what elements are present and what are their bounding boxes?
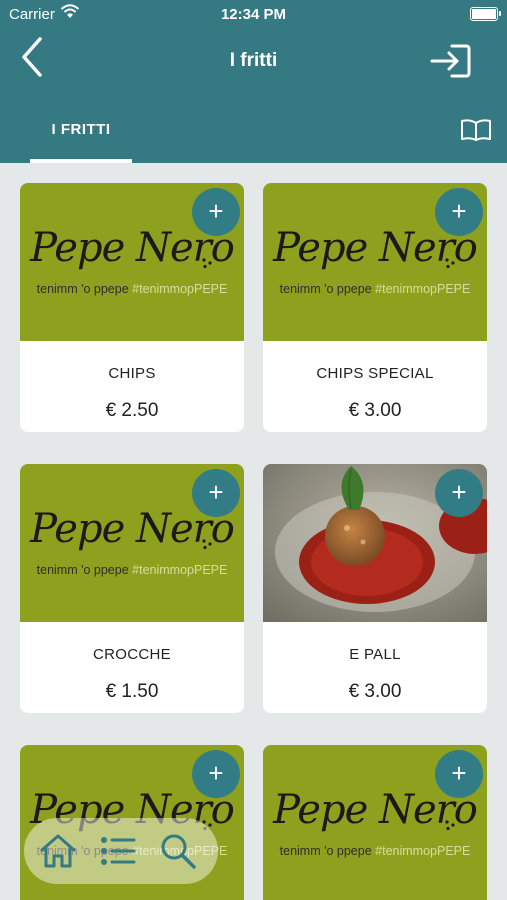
home-icon[interactable]	[38, 832, 78, 870]
header: Carrier 12:34 PM I fritti I FRITTI	[0, 0, 507, 163]
logo-tagline: tenimm 'o ppepe #tenimmopPEPE	[279, 844, 471, 858]
add-to-cart-button[interactable]: +	[435, 188, 483, 236]
product-name: E PALL	[349, 646, 401, 663]
product-price: € 2.50	[105, 400, 159, 421]
product-price: € 1.50	[105, 681, 159, 702]
product-price: € 3.00	[348, 400, 402, 421]
login-icon	[430, 44, 471, 78]
product-card[interactable]: + E PALL € 3.00	[263, 464, 487, 713]
add-to-cart-button[interactable]: +	[192, 188, 240, 236]
logo-tagline: tenimm 'o ppepe #tenimmopPEPE	[36, 282, 228, 296]
tab-indicator	[30, 159, 132, 163]
product-card[interactable]: Pepe Nero tenimm 'o ppepe #tenimmopPEPE …	[263, 745, 487, 900]
status-bar: Carrier 12:34 PM	[0, 0, 507, 30]
clock: 12:34 PM	[220, 6, 287, 23]
login-button[interactable]	[428, 42, 474, 80]
pepper-dots-icon	[202, 539, 212, 550]
product-name: CHIPS	[108, 365, 156, 382]
pepper-dots-icon	[202, 258, 212, 269]
book-icon[interactable]	[460, 118, 492, 142]
product-card[interactable]: Pepe Nero tenimm 'o ppepe #tenimmopPEPE …	[263, 183, 487, 432]
add-to-cart-button[interactable]: +	[435, 469, 483, 517]
add-to-cart-button[interactable]: +	[435, 750, 483, 798]
product-price: € 3.00	[348, 681, 402, 702]
pepper-dots-icon	[445, 820, 455, 831]
product-card[interactable]: Pepe Nero tenimm 'o ppepe #tenimmopPEPE …	[20, 464, 244, 713]
product-name: CROCCHE	[93, 646, 171, 663]
tab-i-fritti[interactable]: I FRITTI	[30, 118, 132, 163]
bottom-navigation	[24, 818, 218, 884]
logo-tagline: tenimm 'o ppepe #tenimmopPEPE	[36, 563, 228, 577]
tab-label: I FRITTI	[51, 121, 111, 138]
pepper-dots-icon	[445, 258, 455, 269]
product-name: CHIPS SPECIAL	[316, 365, 434, 382]
add-to-cart-button[interactable]: +	[192, 469, 240, 517]
logo-tagline: tenimm 'o ppepe #tenimmopPEPE	[279, 282, 471, 296]
battery-icon	[470, 7, 501, 21]
list-icon[interactable]	[98, 832, 138, 870]
search-icon[interactable]	[158, 832, 198, 870]
add-to-cart-button[interactable]: +	[192, 750, 240, 798]
product-card[interactable]: Pepe Nero tenimm 'o ppepe #tenimmopPEPE …	[20, 183, 244, 432]
